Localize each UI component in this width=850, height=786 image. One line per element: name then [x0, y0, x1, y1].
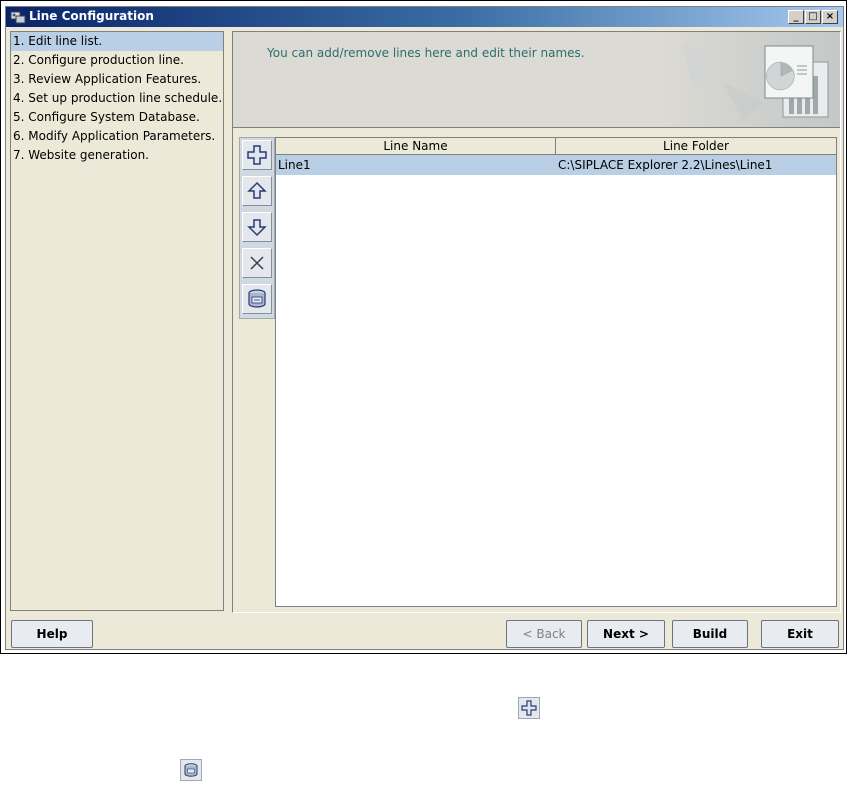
- delete-icon: [250, 256, 264, 270]
- add-icon: [247, 145, 267, 165]
- exit-button[interactable]: Exit: [761, 620, 839, 648]
- next-button[interactable]: Next >: [587, 620, 665, 648]
- close-button[interactable]: ×: [822, 10, 838, 24]
- add-icon-sample: [518, 697, 540, 719]
- table-row[interactable]: Line1 C:\SIPLACE Explorer 2.2\Lines\Line…: [276, 155, 836, 175]
- title-bar[interactable]: Line Configuration _ □ ×: [6, 7, 843, 27]
- add-line-button[interactable]: [242, 140, 272, 170]
- step-review-application-features[interactable]: 3. Review Application Features.: [11, 70, 223, 89]
- line-folder-cell[interactable]: C:\SIPLACE Explorer 2.2\Lines\Line1: [556, 155, 836, 175]
- database-icon-sample: [180, 759, 202, 781]
- line-list-toolbar: [239, 137, 275, 319]
- move-down-button[interactable]: [242, 212, 272, 242]
- step-website-generation[interactable]: 7. Website generation.: [11, 146, 223, 165]
- add-icon: [521, 700, 537, 716]
- database-icon: [248, 289, 266, 308]
- step-configure-production-line[interactable]: 2. Configure production line.: [11, 51, 223, 70]
- column-header-line-name[interactable]: Line Name: [276, 138, 556, 155]
- line-configuration-window: Line Configuration _ □ × 1. Edit line li…: [5, 6, 844, 650]
- build-button[interactable]: Build: [672, 620, 748, 648]
- maximize-button[interactable]: □: [805, 10, 821, 24]
- database-button[interactable]: [242, 284, 272, 314]
- step-modify-application-parameters[interactable]: 6. Modify Application Parameters.: [11, 127, 223, 146]
- instruction-text: You can add/remove lines here and edit t…: [267, 46, 585, 60]
- step-configure-system-database[interactable]: 5. Configure System Database.: [11, 108, 223, 127]
- app-icon: [10, 11, 26, 24]
- move-down-icon: [247, 219, 267, 237]
- move-up-icon: [247, 181, 267, 199]
- header-decoration-graphic: [653, 32, 840, 127]
- window-title: Line Configuration: [29, 9, 154, 23]
- steps-sidebar: 1. Edit line list. 2. Configure producti…: [10, 31, 224, 611]
- move-up-button[interactable]: [242, 176, 272, 206]
- help-button[interactable]: Help: [11, 620, 93, 648]
- instruction-header: You can add/remove lines here and edit t…: [233, 32, 840, 128]
- delete-line-button[interactable]: [242, 248, 272, 278]
- database-icon: [184, 763, 198, 777]
- line-table: Line Name Line Folder Line1 C:\SIPLACE E…: [275, 137, 837, 607]
- screenshot-frame: Line Configuration _ □ × 1. Edit line li…: [0, 0, 847, 654]
- step-production-line-schedule[interactable]: 4. Set up production line schedule.: [11, 89, 223, 108]
- back-button[interactable]: < Back: [506, 620, 582, 648]
- line-name-cell[interactable]: Line1: [276, 155, 556, 175]
- content-panel: You can add/remove lines here and edit t…: [232, 31, 841, 613]
- minimize-button[interactable]: _: [788, 10, 804, 24]
- column-header-line-folder[interactable]: Line Folder: [556, 138, 836, 155]
- step-edit-line-list[interactable]: 1. Edit line list.: [11, 32, 223, 51]
